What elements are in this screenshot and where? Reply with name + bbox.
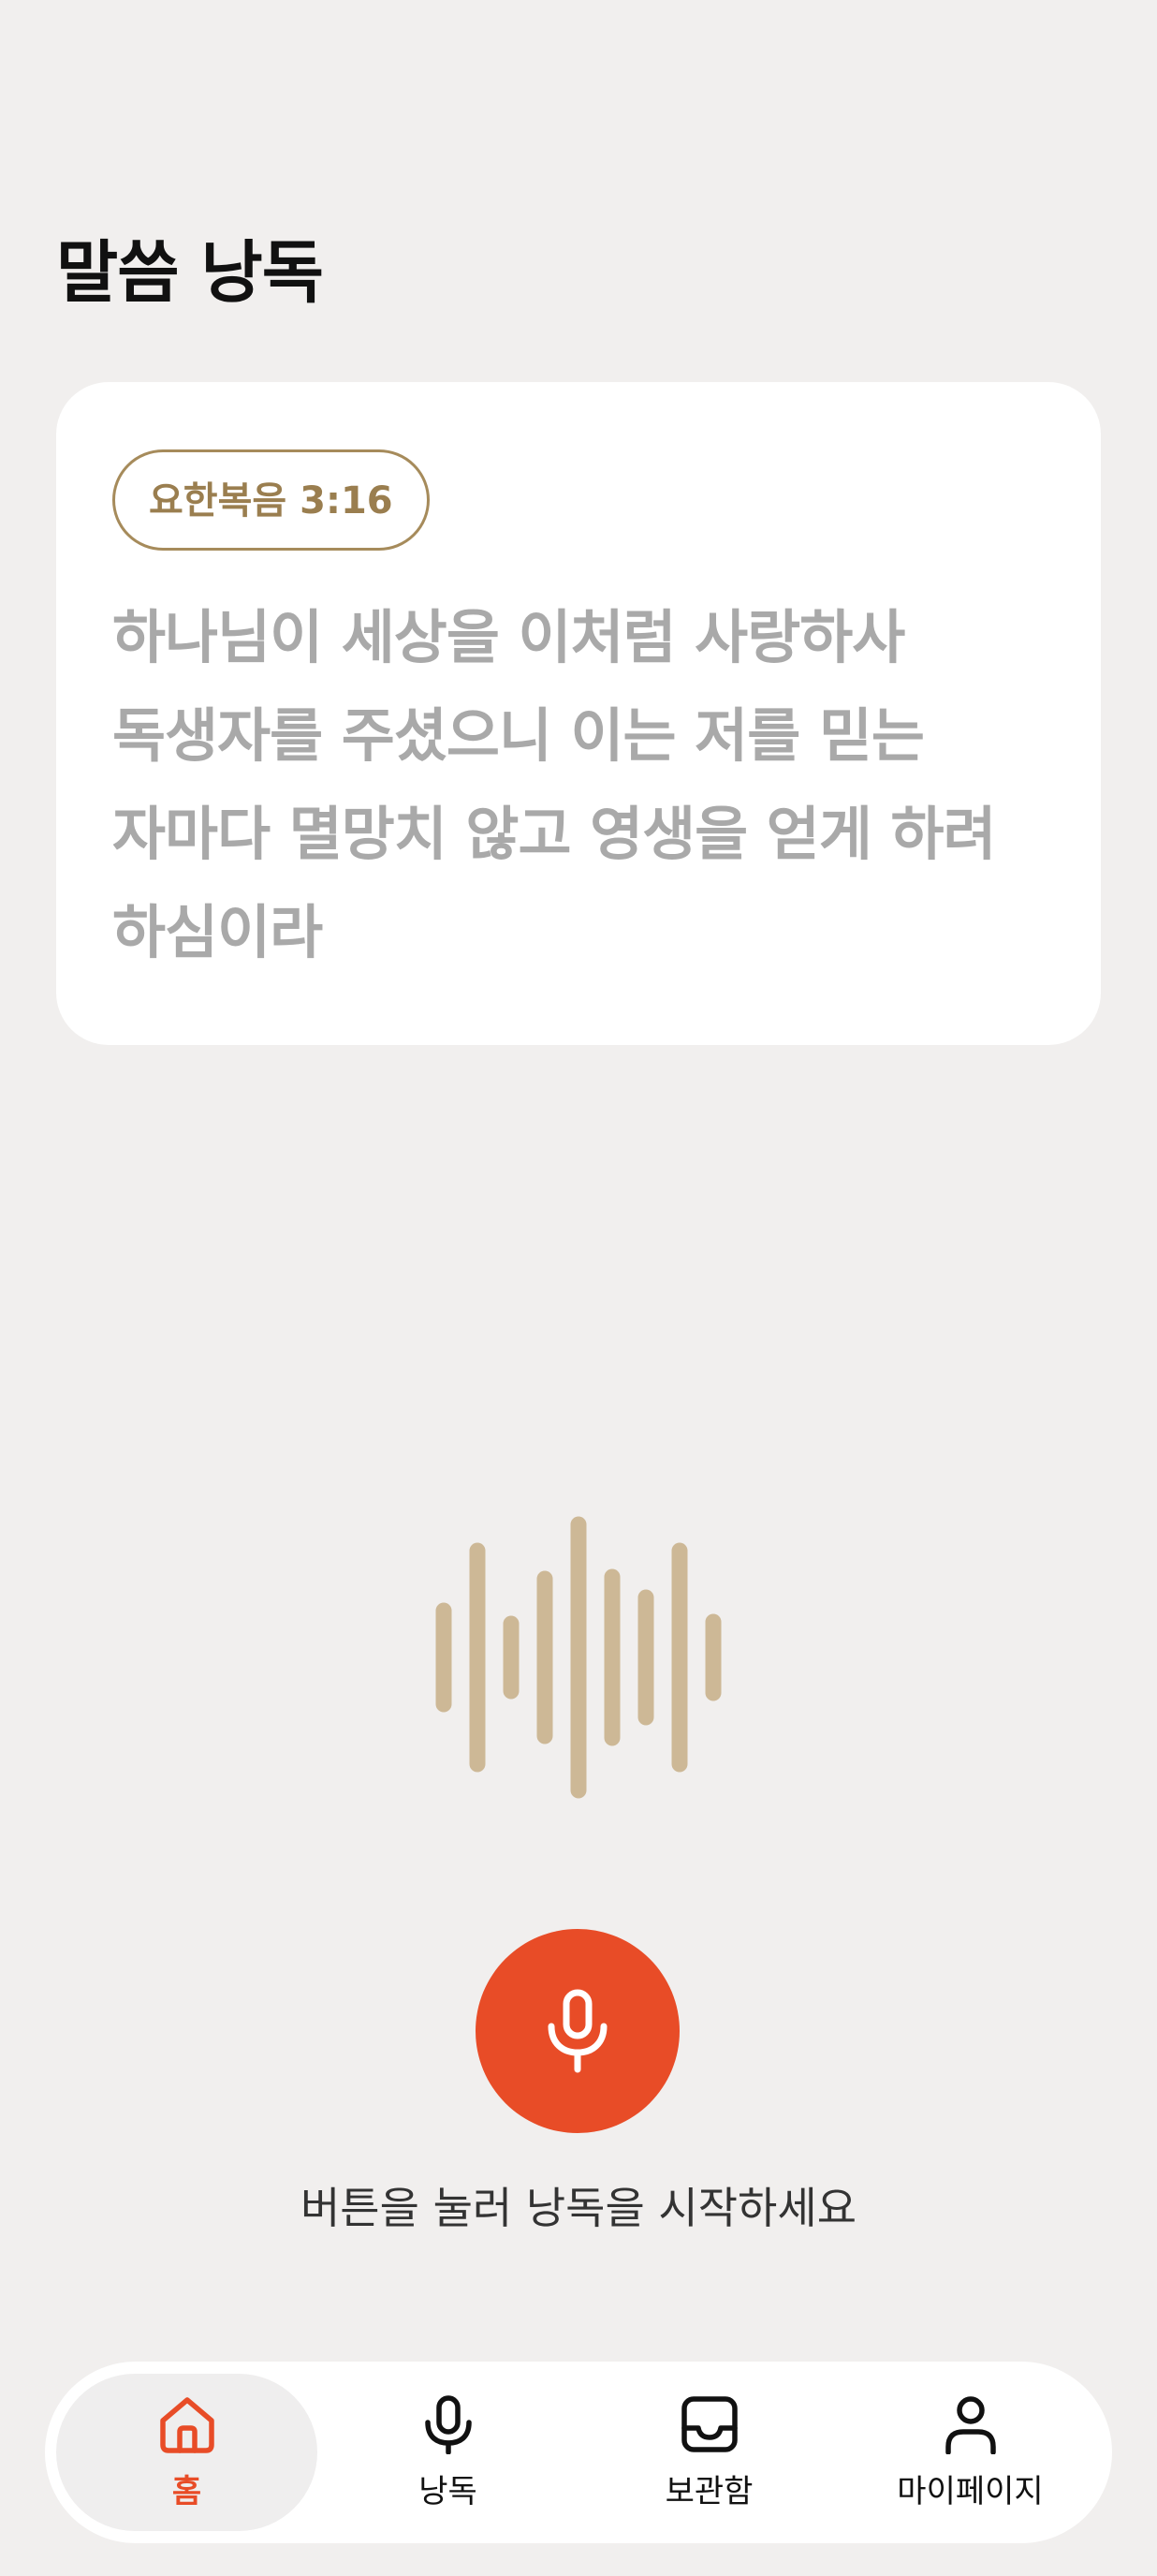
- verse-text: 하나님이 세상을 이처럼 사랑하사 독생자를 주셨으니 이는 저를 믿는 자마다…: [112, 603, 997, 966]
- inbox-icon: [681, 2395, 738, 2452]
- nav-item-mypage[interactable]: 마이페이지: [840, 2374, 1101, 2531]
- nav-item-archive[interactable]: 보관함: [578, 2374, 840, 2531]
- user-icon: [945, 2395, 996, 2454]
- nav-item-home[interactable]: 홈: [56, 2374, 317, 2531]
- nav-item-read[interactable]: 낭독: [317, 2374, 578, 2531]
- verse-reference-badge: 요한복음 3:16: [112, 449, 430, 551]
- microphone-icon: [424, 2394, 472, 2454]
- nav-label-archive: 보관함: [665, 2472, 754, 2510]
- app-screen: 말씀 낭독 요한복음 3:16 하나님이 세상을 이처럼 사랑하사 독생자를 주…: [0, 0, 1157, 2576]
- record-button[interactable]: [476, 1929, 680, 2133]
- record-hint-text: 버튼을 눌러 낭독을 시작하세요: [300, 2183, 857, 2233]
- bottom-navigation: 홈 낭독 보관함 마이페이지: [45, 2362, 1112, 2543]
- home-icon: [159, 2396, 214, 2453]
- page-title: 말씀 낭독: [56, 233, 324, 312]
- nav-label-home: 홈: [171, 2472, 202, 2510]
- nav-label-read: 낭독: [418, 2472, 477, 2510]
- verse-card: 요한복음 3:16 하나님이 세상을 이처럼 사랑하사 독생자를 주셨으니 이는…: [56, 382, 1101, 1045]
- waveform-icon: [435, 1516, 722, 1799]
- nav-label-mypage: 마이페이지: [897, 2472, 1044, 2510]
- microphone-icon: [548, 1989, 608, 2073]
